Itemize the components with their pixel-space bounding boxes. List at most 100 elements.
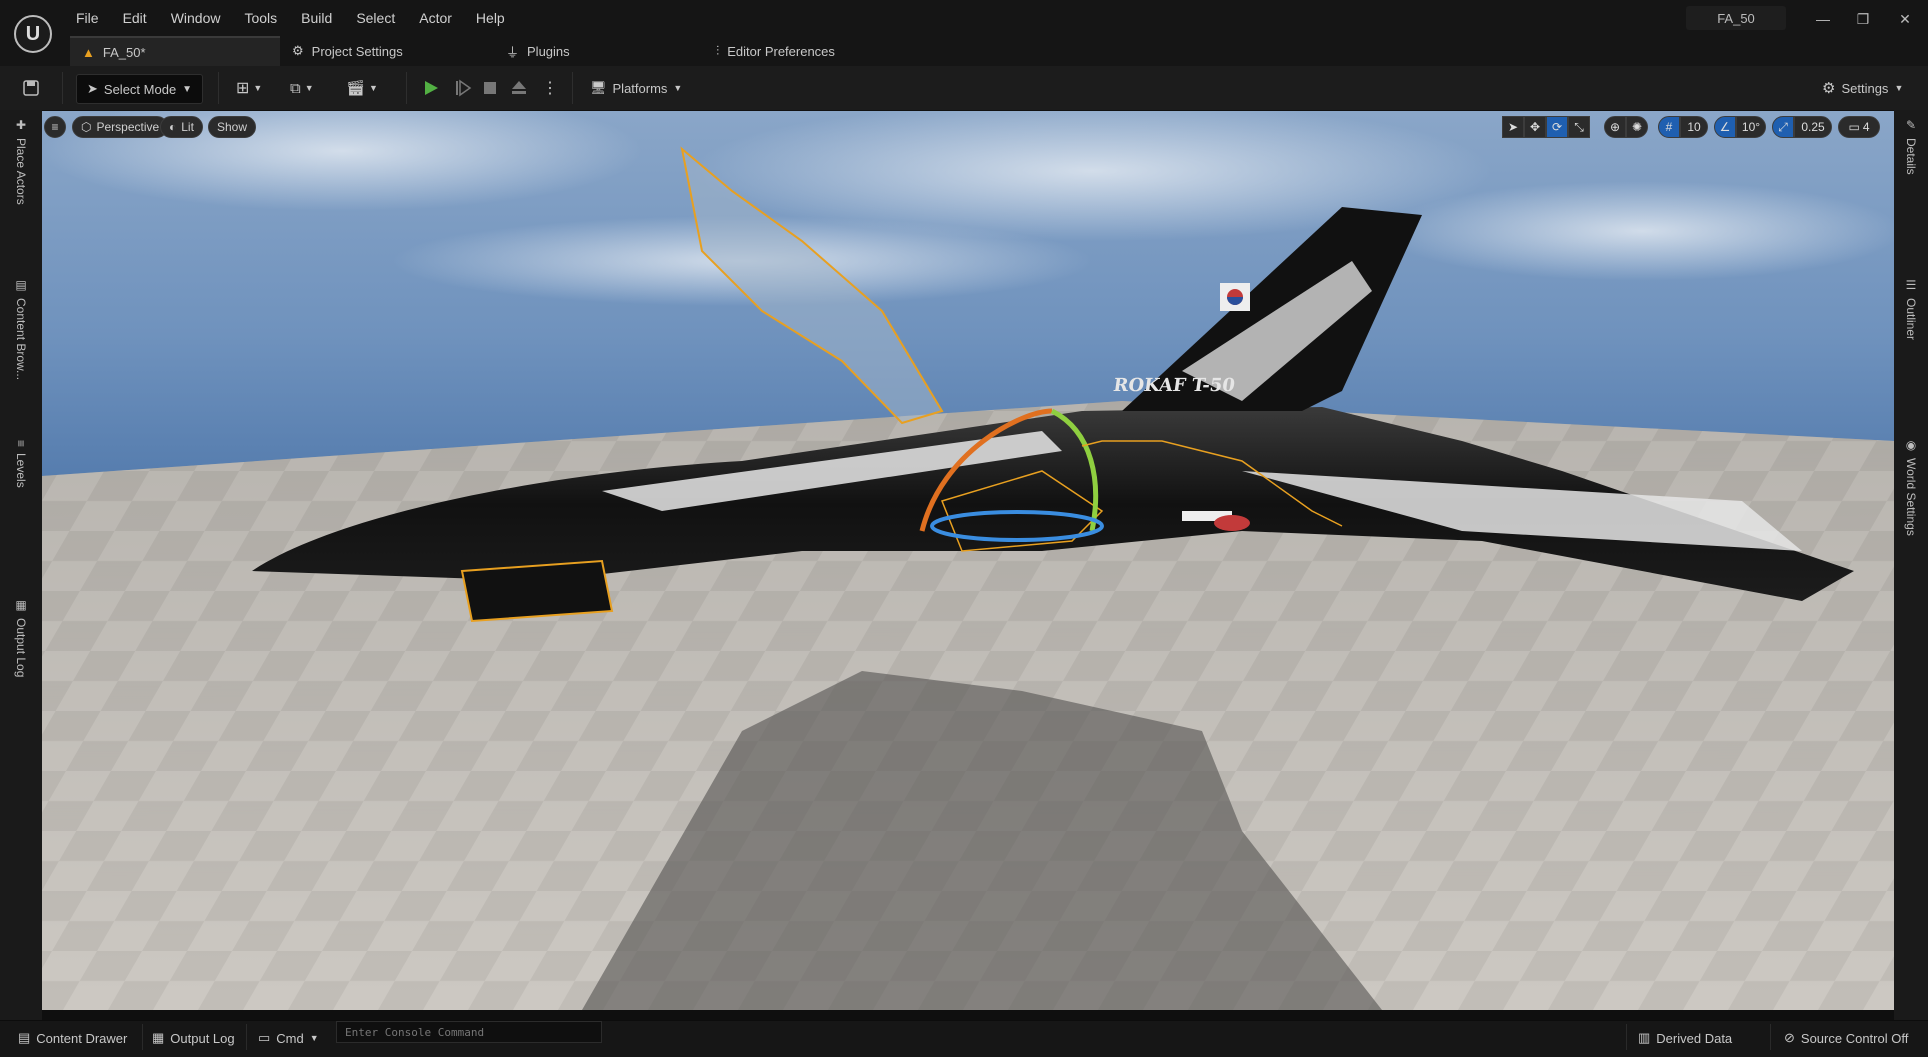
tab-label: Project Settings (311, 43, 403, 59)
plug-icon: ⏚ (506, 44, 520, 60)
scale-tool-icon[interactable]: ⤡ (1568, 116, 1590, 138)
restore-button[interactable]: ❐ (1852, 8, 1874, 30)
cursor-icon: ➤ (87, 81, 98, 96)
minimize-button[interactable]: — (1812, 8, 1834, 30)
console-command-input[interactable] (336, 1021, 602, 1043)
menu-edit[interactable]: Edit (123, 10, 147, 26)
surface-snap-icon[interactable]: ✺ (1626, 116, 1648, 138)
lit-sphere-icon: ◐ (169, 120, 177, 134)
gear-icon: ⚙ (1822, 80, 1836, 97)
details-label: Details (1904, 138, 1918, 175)
perspective-label: Perspective (96, 120, 160, 134)
stop-button[interactable] (482, 74, 498, 102)
level-viewport[interactable]: ROKAF T-50 ≡ ⬡ Perspective ◐ Lit Show ➤ … (42, 111, 1894, 1010)
cube-icon: ⬡ (81, 120, 92, 134)
select-mode-label: Select Mode (103, 81, 177, 97)
eject-button[interactable] (510, 74, 528, 102)
tail-lettering: ROKAF T-50 (1112, 375, 1236, 396)
details-tab[interactable]: ✎ Details (1904, 118, 1918, 175)
tab-plugins[interactable]: ⏚ Plugins (506, 36, 570, 66)
tab-editor-preferences[interactable]: ⫶ Editor Preferences (716, 36, 835, 66)
camera-speed[interactable]: ▭ 4 (1838, 116, 1880, 138)
settings-label: Settings (1841, 80, 1889, 96)
derived-data-button[interactable]: ▥ Derived Data (1638, 1020, 1732, 1056)
menu-select[interactable]: Select (356, 10, 395, 26)
chevron-down-icon: ▼ (1894, 83, 1904, 93)
cinematics-button[interactable]: 🎬︎ ▼ (346, 74, 378, 102)
tab-label: Plugins (527, 43, 570, 59)
place-actors-tab[interactable]: ✚ Place Actors (14, 118, 28, 205)
settings-gear-icon: ⚙ (292, 43, 304, 58)
source-control-button[interactable]: ⊘ Source Control Off (1784, 1020, 1908, 1056)
select-mode-dropdown[interactable]: ➤ Select Mode ▼ (76, 74, 204, 104)
menu-actor[interactable]: Actor (419, 10, 452, 26)
menu-bar: File Edit Window Tools Build Select Acto… (64, 0, 517, 36)
chevron-down-icon: ▼ (182, 83, 193, 95)
add-actor-button[interactable]: ⊞ ▼ (236, 74, 262, 102)
chevron-down-icon: ▼ (673, 83, 683, 93)
show-button[interactable]: Show (208, 116, 257, 138)
content-browser-tab[interactable]: ▤ Content Brow... (14, 278, 28, 380)
cmd-dropdown[interactable]: ▭ Cmd ▼ (258, 1020, 319, 1056)
camera-speed-display: ▭ 4 (1838, 116, 1880, 138)
translate-tool-icon[interactable]: ✥ (1524, 116, 1546, 138)
globe-icon: ◉ (1904, 438, 1918, 452)
lit-button[interactable]: ◐ Lit (160, 116, 203, 138)
levels-tab[interactable]: ≡ Levels (14, 440, 28, 488)
content-browser-label: Content Brow... (14, 298, 28, 381)
platforms-dropdown[interactable]: 🖥︎ Platforms ▼ (590, 74, 682, 102)
blueprint-button[interactable]: ⧉ ▼ (290, 74, 314, 102)
sliders-icon: ⫶ (716, 43, 720, 58)
menu-tools[interactable]: Tools (244, 10, 277, 26)
outliner-label: Outliner (1904, 298, 1918, 341)
menu-file[interactable]: File (76, 10, 99, 26)
chevron-down-icon: ▼ (369, 83, 378, 93)
menu-build[interactable]: Build (301, 10, 332, 26)
derived-data-label: Derived Data (1656, 1030, 1733, 1046)
outliner-tab[interactable]: ☰ Outliner (1904, 278, 1918, 340)
tab-level[interactable]: ▲ FA_50* (70, 36, 280, 66)
viewport-scene: ROKAF T-50 (42, 111, 1894, 1010)
unreal-logo-icon[interactable]: U (14, 15, 52, 53)
blueprint-icon: ⧉ (290, 79, 301, 97)
world-settings-tab[interactable]: ◉ World Settings (1904, 438, 1918, 536)
save-icon[interactable] (22, 74, 40, 102)
place-actors-icon: ✚ (14, 118, 28, 132)
menu-help[interactable]: Help (476, 10, 505, 26)
step-button[interactable] (454, 74, 472, 102)
drawer-icon: ▤ (18, 1030, 31, 1045)
tab-bar: ▲ FA_50* ⚙ Project Settings ⏚ Plugins ⫶ … (0, 36, 1928, 66)
play-button[interactable] (422, 74, 440, 102)
close-button[interactable]: ✕ (1894, 8, 1916, 30)
add-cube-icon: ⊞ (236, 80, 250, 97)
select-tool-icon[interactable]: ➤ (1502, 116, 1524, 138)
content-drawer-button[interactable]: ▤ Content Drawer (18, 1020, 127, 1056)
more-options-icon[interactable]: ⋮ (542, 74, 558, 102)
menu-window[interactable]: Window (171, 10, 221, 26)
tab-label: FA_50* (102, 44, 146, 60)
rotate-tool-icon[interactable]: ⟳ (1546, 116, 1568, 138)
output-log-side-tab[interactable]: ▦ Output Log (14, 598, 28, 677)
levels-icon: ≡ (14, 440, 28, 448)
folder-icon: ▤ (14, 278, 28, 292)
world-space-icon[interactable]: ⊕ (1604, 116, 1626, 138)
world-settings-label: World Settings (1904, 458, 1918, 536)
output-log-side-label: Output Log (14, 618, 28, 678)
source-control-off-icon: ⊘ (1784, 1030, 1795, 1045)
chevron-down-icon: ▼ (309, 1033, 319, 1043)
log-icon: ▦ (152, 1030, 165, 1045)
transform-tools: ➤ ✥ ⟳ ⤡ (1502, 116, 1590, 138)
rotation-snap[interactable]: ∠ 10° (1714, 116, 1766, 138)
derived-data-icon: ▥ (1638, 1030, 1651, 1045)
list-icon: ☰ (1904, 278, 1918, 292)
rotation-snap-value: 10° (1736, 116, 1766, 138)
tab-project-settings[interactable]: ⚙ Project Settings (292, 36, 403, 66)
perspective-button[interactable]: ⬡ Perspective (72, 116, 169, 138)
main-toolbar: ➤ Select Mode ▼ ⊞ ▼ ⧉ ▼ 🎬︎ ▼ ⋮ 🖥︎ Platforms… (0, 66, 1928, 111)
output-log-button[interactable]: ▦ Output Log (152, 1020, 235, 1056)
grid-snap[interactable]: # 10 (1658, 116, 1708, 138)
settings-dropdown[interactable]: ⚙ Settings ▼ (1822, 74, 1903, 102)
scale-snap[interactable]: ⤢ 0.25 (1772, 116, 1832, 138)
tab-label: Editor Preferences (727, 43, 835, 59)
viewport-menu-button[interactable]: ≡ (44, 116, 66, 138)
